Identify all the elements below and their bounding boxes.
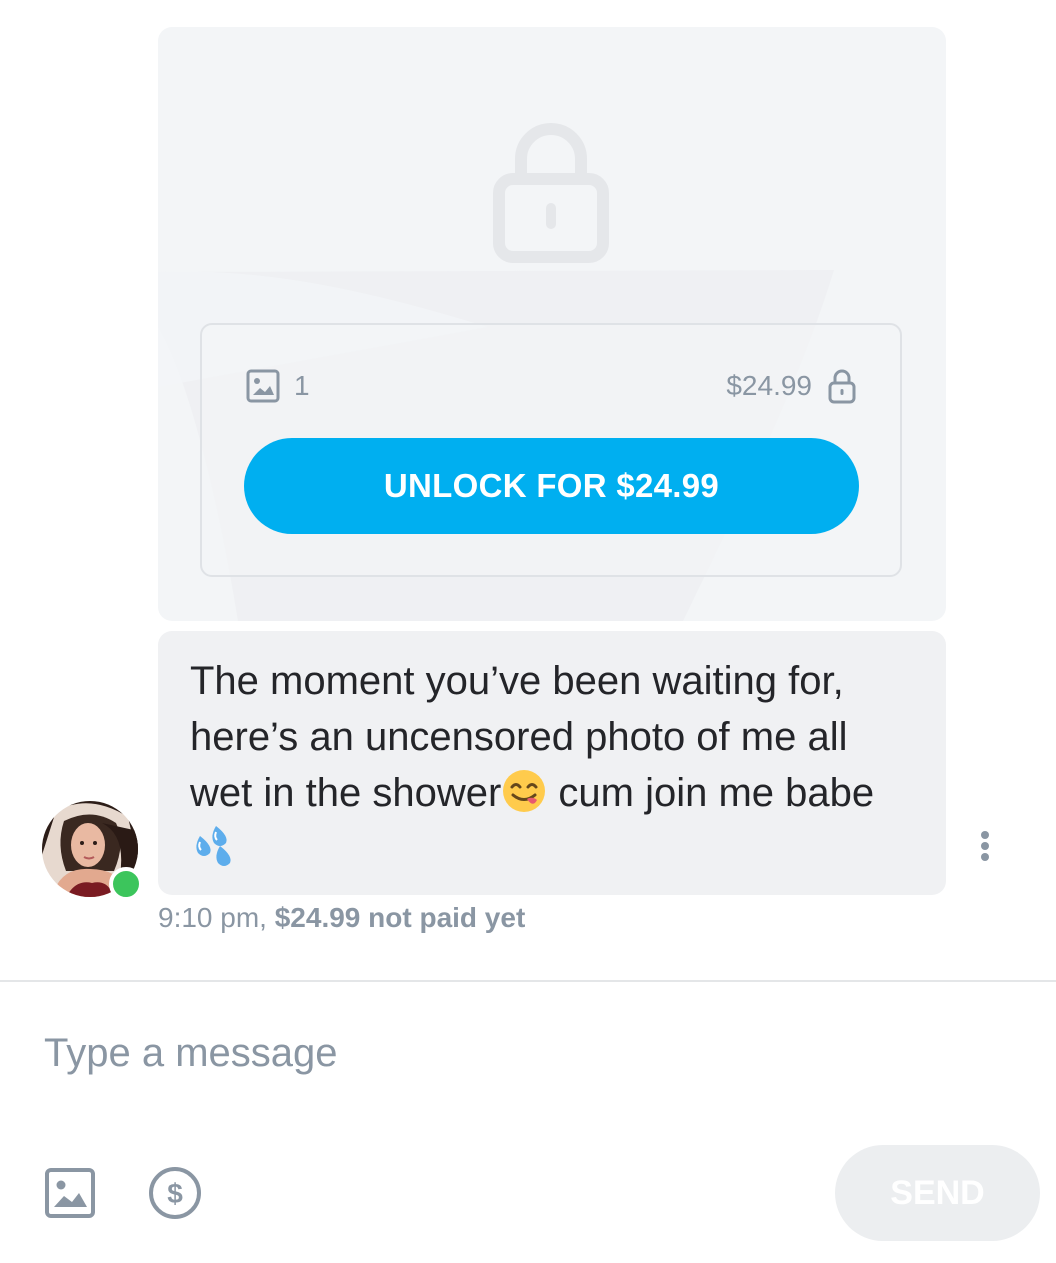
price-value: $24.99 [726, 370, 812, 401]
message-meta: 9:10 pm, $24.99 not paid yet [158, 900, 525, 936]
chat-screen: 1 $24.99 UNLOCK FOR $24.99 The moment yo… [0, 0, 1056, 1263]
dot [981, 842, 989, 850]
message-input[interactable] [44, 1020, 1004, 1086]
message-text: The moment you’ve been waiting for, here… [190, 653, 916, 877]
message-time: 9:10 pm, [158, 902, 267, 933]
lock-icon [493, 123, 609, 263]
sweat-droplets-emoji [196, 826, 231, 866]
media-count-value: 1 [294, 370, 310, 401]
image-icon [246, 369, 280, 403]
svg-text:$: $ [167, 1178, 183, 1209]
media-count: 1 [246, 369, 310, 403]
send-button[interactable]: SEND [835, 1145, 1040, 1241]
tip-button[interactable]: $ [148, 1166, 202, 1220]
unlock-button[interactable]: UNLOCK FOR $24.99 [244, 438, 859, 534]
locked-media-card: 1 $24.99 UNLOCK FOR $24.99 [158, 27, 946, 621]
unlock-panel: 1 $24.99 UNLOCK FOR $24.99 [200, 323, 902, 577]
dollar-icon: $ [149, 1167, 201, 1219]
image-icon [45, 1168, 95, 1218]
online-status-indicator [109, 867, 143, 901]
yum-face-emoji [503, 770, 546, 812]
dot [981, 831, 989, 839]
message-bubble: The moment you’ve been waiting for, here… [158, 631, 946, 895]
divider [0, 980, 1056, 982]
message-text-part-2: cum join me babe [547, 771, 875, 815]
more-options-button[interactable] [970, 826, 1000, 866]
lock-icon [828, 369, 856, 404]
price-label: $24.99 [726, 369, 856, 404]
payment-status: $24.99 not paid yet [274, 902, 526, 933]
attach-image-button[interactable] [44, 1167, 96, 1219]
dot [981, 853, 989, 861]
